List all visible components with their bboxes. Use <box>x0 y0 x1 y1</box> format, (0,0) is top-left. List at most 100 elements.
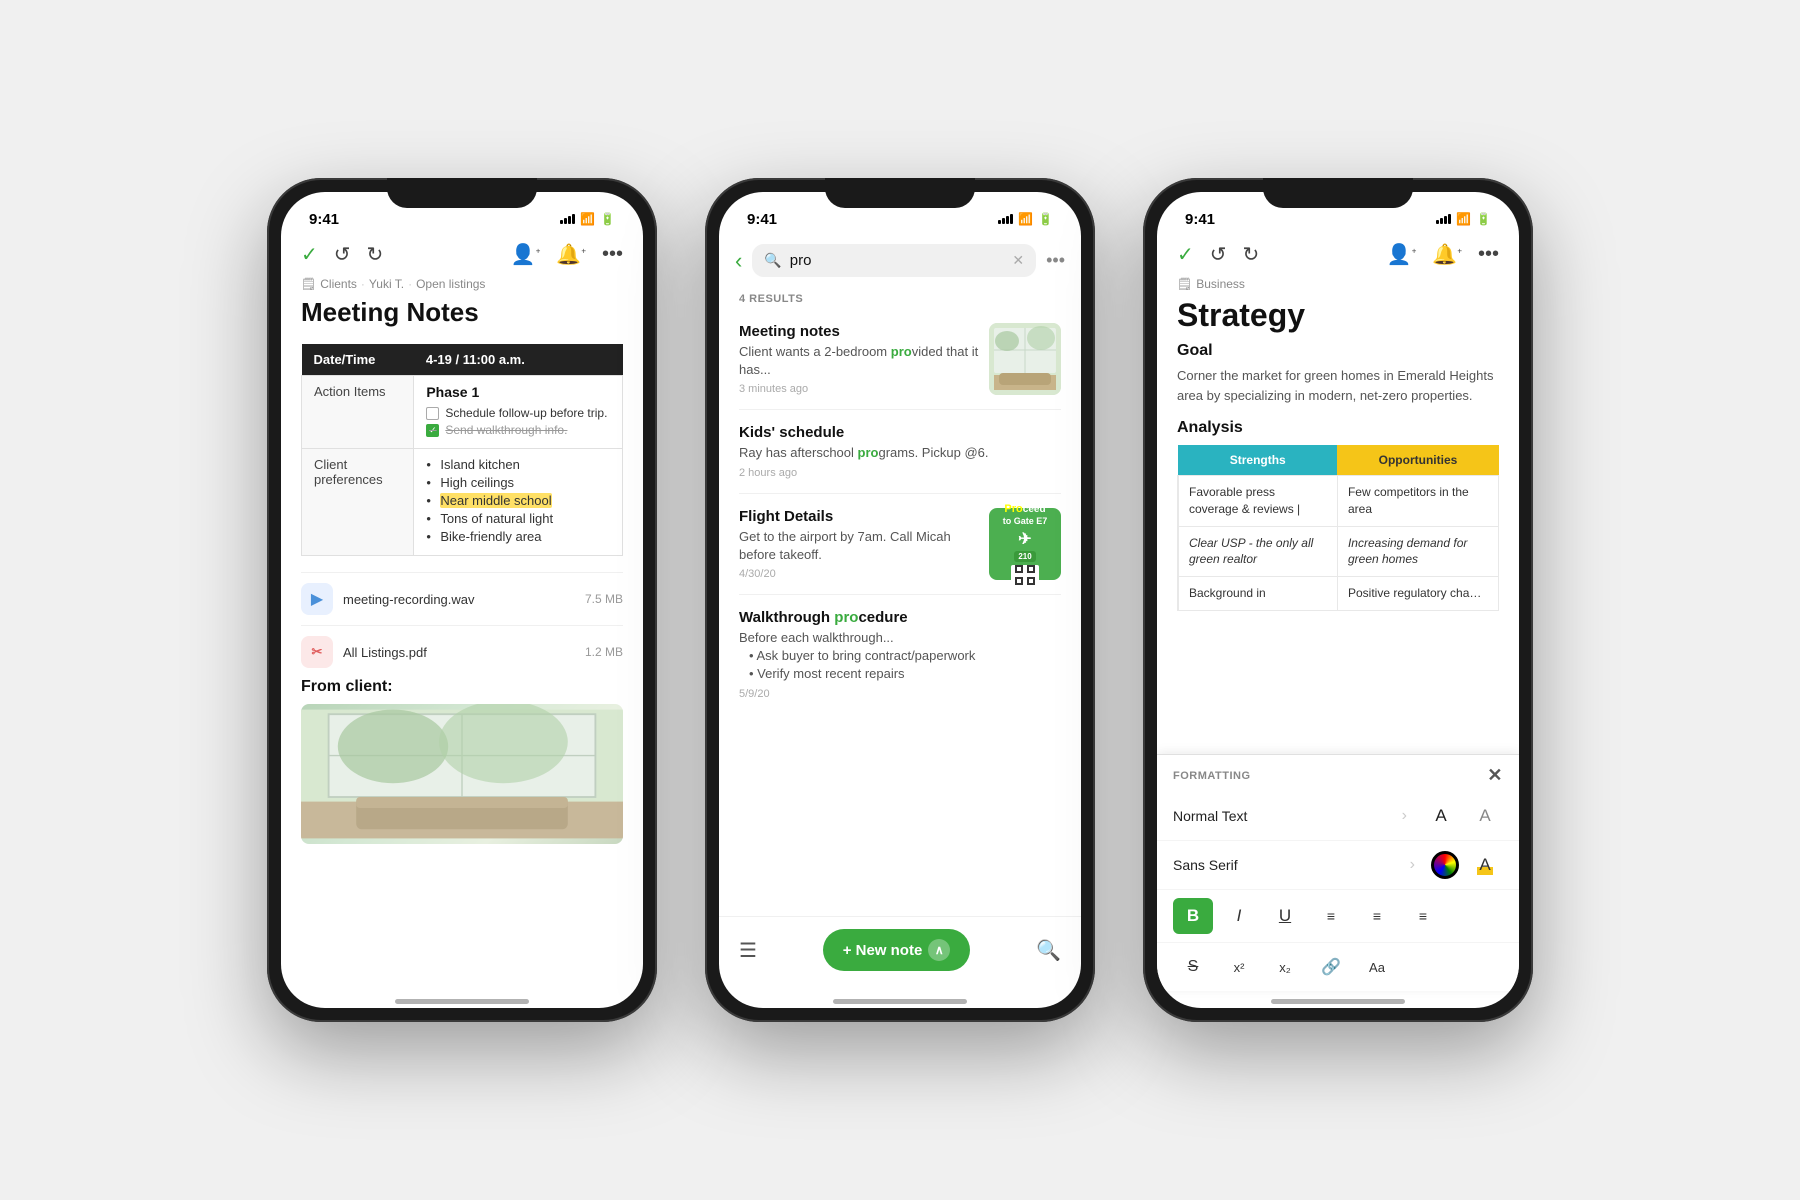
strikethrough-button[interactable]: S <box>1173 949 1213 985</box>
user-name: Yuki T. <box>369 277 404 291</box>
status-time-2: 9:41 <box>747 211 777 228</box>
search-input-wrap[interactable]: 🔍 pro ✕ <box>752 244 1036 277</box>
back-button[interactable]: ‹ <box>735 248 742 274</box>
new-note-button[interactable]: + New note ∧ <box>823 929 971 971</box>
check-icon[interactable]: ✓ <box>301 242 318 267</box>
result-4-time: 5/9/20 <box>739 688 1061 700</box>
screen-2: 9:41 📶 🔋 ‹ 🔍 pro ✕ ••• 4 <box>719 192 1081 1008</box>
normal-text-label[interactable]: Normal Text <box>1173 808 1402 824</box>
swot-s-3: Background in <box>1178 577 1337 611</box>
pref-5: Bike-friendly area <box>426 529 610 544</box>
breadcrumb-label-1[interactable]: Clients <box>320 277 357 291</box>
align-left-button[interactable]: ≡ <box>1311 898 1351 934</box>
toolbar-right-3: 👤+ 🔔+ ••• <box>1387 242 1499 267</box>
pref-3: Near middle school <box>426 493 610 508</box>
subscript-button[interactable]: x₂ <box>1265 949 1305 985</box>
font-serif-button[interactable]: A <box>1423 798 1459 834</box>
result-1-thumb <box>989 323 1061 395</box>
search-query[interactable]: pro <box>790 252 1005 269</box>
swot-o-1: Few competitors in the area <box>1337 476 1498 527</box>
sans-serif-chevron[interactable]: › <box>1410 856 1415 874</box>
result-2-title: Kids' schedule <box>739 424 1061 441</box>
search-bar: ‹ 🔍 pro ✕ ••• <box>719 236 1081 285</box>
attachment-audio[interactable]: ▶ meeting-recording.wav 7.5 MB <box>301 572 623 625</box>
status-time-1: 9:41 <box>309 211 339 228</box>
preferences-cell: Island kitchen High ceilings Near middle… <box>414 449 623 556</box>
format-row-sans: Sans Serif › A <box>1157 841 1519 890</box>
phone-1: 9:41 📶 🔋 ✓ ↺ ↻ 👤+ 🔔+ <box>267 178 657 1022</box>
sans-serif-label[interactable]: Sans Serif <box>1173 857 1410 873</box>
more-icon-1[interactable]: ••• <box>602 243 623 266</box>
result-3-text: Flight Details Get to the airport by 7am… <box>739 508 979 580</box>
font-highlight-button[interactable]: A <box>1467 847 1503 883</box>
person-icon-3[interactable]: 👤+ <box>1387 242 1417 267</box>
swot-table: Strengths Opportunities Favorable press … <box>1177 445 1499 611</box>
new-note-chevron-icon[interactable]: ∧ <box>928 939 950 961</box>
home-indicator-1 <box>395 999 529 1004</box>
new-note-label: + New note <box>843 942 923 959</box>
redo-icon[interactable]: ↻ <box>367 242 384 267</box>
result-2-time: 2 hours ago <box>739 467 1061 479</box>
superscript-button[interactable]: x² <box>1219 949 1259 985</box>
open-listings-link[interactable]: Open listings <box>416 277 485 291</box>
task-1[interactable]: Schedule follow-up before trip. <box>426 406 610 420</box>
signal-icon-1 <box>560 214 575 224</box>
color-picker-icon[interactable] <box>1431 851 1459 879</box>
signal-icon-2 <box>998 214 1013 224</box>
swot-opportunities-header: Opportunities <box>1337 445 1498 476</box>
breadcrumb-1: 🗒 Clients · Yuki T. · Open listings <box>281 275 643 297</box>
results-count: 4 RESULTS <box>719 285 1081 309</box>
checkbox-1[interactable] <box>426 407 439 420</box>
strategy-title: Strategy <box>1177 297 1499 334</box>
result-2-body: Ray has afterschool programs. Pickup @6. <box>739 444 1061 462</box>
bell-add-icon[interactable]: 🔔+ <box>556 242 586 267</box>
swot-o-3: Positive regulatory cha… <box>1337 577 1498 611</box>
status-time-3: 9:41 <box>1185 211 1215 228</box>
pdf-size: 1.2 MB <box>585 645 623 659</box>
formatting-close-button[interactable]: ✕ <box>1487 765 1503 786</box>
task-2[interactable]: ✓ Send walkthrough info. <box>426 423 610 437</box>
home-indicator-2 <box>833 999 967 1004</box>
result-4[interactable]: Walkthrough procedure Before each walkth… <box>739 595 1061 714</box>
undo-icon-3[interactable]: ↺ <box>1210 242 1227 267</box>
result-3-thumb: Proceed to Gate E7 ✈ 210 <box>989 508 1061 580</box>
link-button[interactable]: 🔗 <box>1311 949 1351 985</box>
format-row-normal: Normal Text › A A <box>1157 792 1519 841</box>
align-center-button[interactable]: ≡ <box>1357 898 1397 934</box>
battery-icon-3: 🔋 <box>1476 212 1491 226</box>
result-1[interactable]: Meeting notes Client wants a 2-bedroom p… <box>739 309 1061 410</box>
search-more-icon[interactable]: ••• <box>1046 250 1065 271</box>
bold-button[interactable]: B <box>1173 898 1213 934</box>
attachment-pdf[interactable]: ✂ All Listings.pdf 1.2 MB <box>301 625 623 678</box>
search-bottom-icon[interactable]: 🔍 <box>1036 938 1061 963</box>
align-right-button[interactable]: ≡ <box>1403 898 1443 934</box>
more-icon-3[interactable]: ••• <box>1478 243 1499 266</box>
status-icons-3: 📶 🔋 <box>1436 212 1491 226</box>
result-2[interactable]: Kids' schedule Ray has afterschool progr… <box>739 410 1061 493</box>
bell-icon-3[interactable]: 🔔+ <box>1432 242 1462 267</box>
checkbox-2[interactable]: ✓ <box>426 424 439 437</box>
pref-4: Tons of natural light <box>426 511 610 526</box>
redo-icon-3[interactable]: ↻ <box>1243 242 1260 267</box>
italic-button[interactable]: I <box>1219 898 1259 934</box>
result-2-text: Kids' schedule Ray has afterschool progr… <box>739 424 1061 478</box>
code-button[interactable]: Aa <box>1357 949 1397 985</box>
menu-icon[interactable]: ☰ <box>739 938 757 963</box>
note-title-1: Meeting Notes <box>301 297 623 328</box>
result-3-title: Flight Details <box>739 508 979 525</box>
check-icon-3[interactable]: ✓ <box>1177 242 1194 267</box>
normal-text-chevron[interactable]: › <box>1402 807 1407 825</box>
search-clear-icon[interactable]: ✕ <box>1012 252 1024 269</box>
bottom-bar-2: ☰ + New note ∧ 🔍 <box>719 916 1081 991</box>
person-add-icon[interactable]: 👤+ <box>511 242 541 267</box>
font-sans-button[interactable]: A <box>1467 798 1503 834</box>
underline-button[interactable]: U <box>1265 898 1305 934</box>
undo-icon[interactable]: ↺ <box>334 242 351 267</box>
result-3[interactable]: Flight Details Get to the airport by 7am… <box>739 494 1061 595</box>
toolbar-1: ✓ ↺ ↻ 👤+ 🔔+ ••• <box>281 236 643 275</box>
breadcrumb-label-3[interactable]: Business <box>1196 277 1245 291</box>
wifi-icon-3: 📶 <box>1456 212 1471 226</box>
audio-size: 7.5 MB <box>585 592 623 606</box>
search-results: Meeting notes Client wants a 2-bedroom p… <box>719 309 1081 916</box>
audio-filename: meeting-recording.wav <box>343 592 475 607</box>
